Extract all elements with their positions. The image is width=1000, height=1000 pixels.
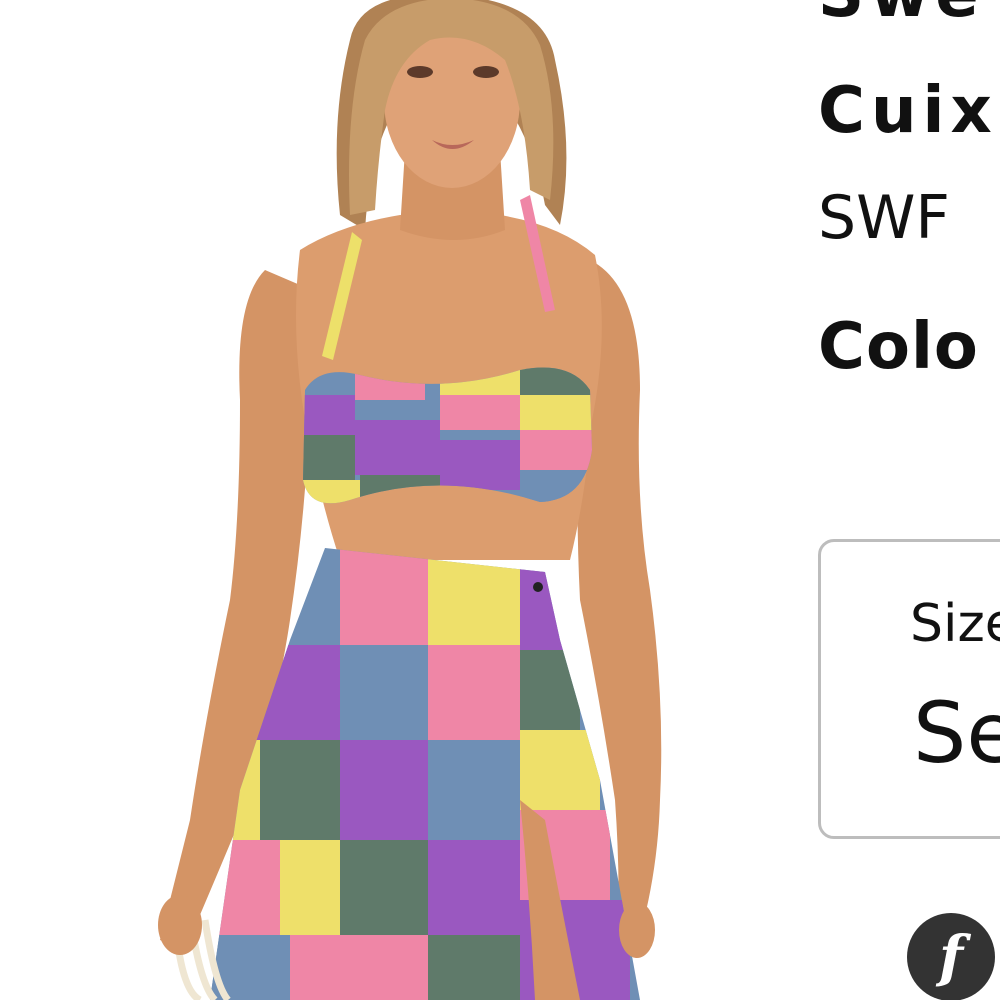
product-title-line-1: Swe [818,0,985,32]
brand-logo-icon[interactable]: f [907,913,995,1000]
product-info-panel: Swe Cuix SWF Colo Size Se f [818,0,1000,1000]
size-select-label: Size [910,594,1000,654]
size-select-value: Se [913,684,1000,782]
color-label: Colo [818,310,979,384]
product-image[interactable] [0,0,800,1000]
product-title-line-2: Cuix [818,74,998,148]
product-page: Swe Cuix SWF Colo Size Se f [0,0,1000,1000]
product-sku: SWF [818,183,950,253]
model-photo [0,0,800,1000]
size-select[interactable]: Size Se [818,539,1000,839]
